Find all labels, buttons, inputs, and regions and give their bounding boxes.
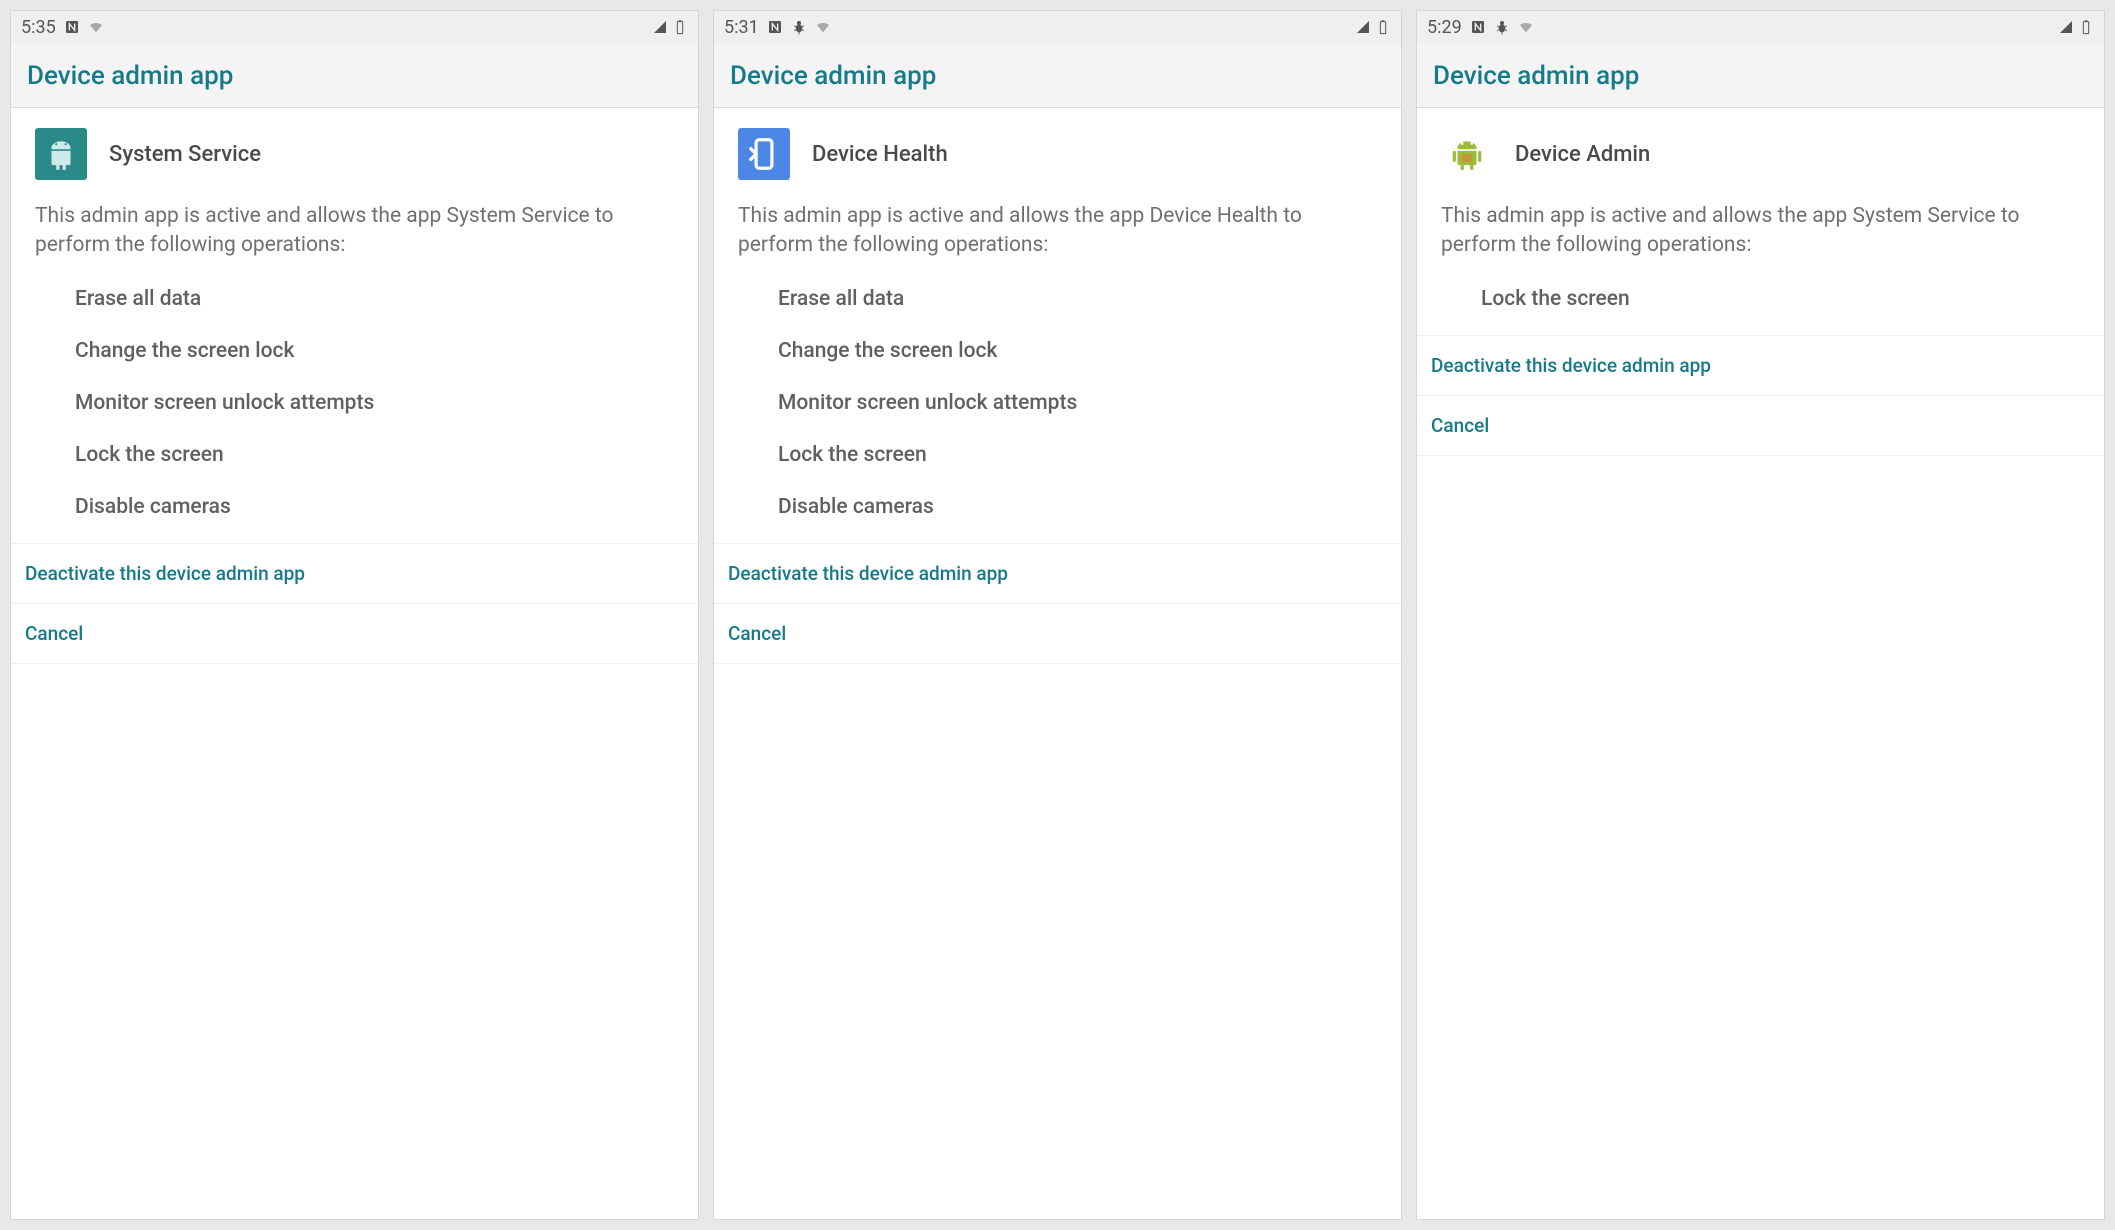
- operation-item: Change the screen lock: [778, 325, 1377, 377]
- page-header: Device admin app: [11, 43, 698, 108]
- status-bar: 5:31: [714, 11, 1401, 43]
- wifi-icon: [1518, 19, 1534, 35]
- app-row: System Service: [35, 128, 674, 180]
- page-title: Device admin app: [1433, 61, 2088, 91]
- battery-icon: [2078, 19, 2094, 35]
- operation-item: Disable cameras: [75, 481, 674, 533]
- bug-icon: [1494, 19, 1510, 35]
- operations-list: Erase all data Change the screen lock Mo…: [35, 273, 674, 533]
- content-area: Device Admin This admin app is active an…: [1417, 108, 2104, 336]
- signal-icon: [652, 19, 668, 35]
- content-area: Device Health This admin app is active a…: [714, 108, 1401, 544]
- app-icon-system-service: [35, 128, 87, 180]
- operation-item: Erase all data: [75, 273, 674, 325]
- n-box-icon: [1470, 19, 1486, 35]
- cancel-button[interactable]: Cancel: [11, 604, 698, 664]
- description-text: This admin app is active and allows the …: [738, 202, 1377, 261]
- operation-item: Lock the screen: [75, 429, 674, 481]
- deactivate-button[interactable]: Deactivate this device admin app: [1417, 336, 2104, 396]
- app-name-label: Device Admin: [1515, 142, 1650, 167]
- phone-screen-3: 5:29 Device admin app Device Admin This …: [1416, 10, 2105, 1220]
- description-text: This admin app is active and allows the …: [1441, 202, 2080, 261]
- operation-item: Change the screen lock: [75, 325, 674, 377]
- page-header: Device admin app: [714, 43, 1401, 108]
- clock-time: 5:31: [724, 17, 759, 38]
- clock-time: 5:29: [1427, 17, 1462, 38]
- deactivate-button[interactable]: Deactivate this device admin app: [714, 544, 1401, 604]
- n-box-icon: [767, 19, 783, 35]
- wifi-icon: [88, 19, 104, 35]
- bug-icon: [791, 19, 807, 35]
- app-name-label: System Service: [109, 142, 261, 167]
- battery-icon: [1375, 19, 1391, 35]
- wifi-icon: [815, 19, 831, 35]
- description-text: This admin app is active and allows the …: [35, 202, 674, 261]
- app-icon-device-admin: [1441, 128, 1493, 180]
- operations-list: Erase all data Change the screen lock Mo…: [738, 273, 1377, 533]
- status-bar: 5:29: [1417, 11, 2104, 43]
- operations-list: Lock the screen: [1441, 273, 2080, 325]
- operation-item: Monitor screen unlock attempts: [778, 377, 1377, 429]
- clock-time: 5:35: [21, 17, 56, 38]
- app-name-label: Device Health: [812, 142, 948, 167]
- battery-icon: [672, 19, 688, 35]
- n-box-icon: [64, 19, 80, 35]
- app-icon-device-health: [738, 128, 790, 180]
- operation-item: Lock the screen: [778, 429, 1377, 481]
- app-row: Device Admin: [1441, 128, 2080, 180]
- content-area: System Service This admin app is active …: [11, 108, 698, 544]
- page-title: Device admin app: [730, 61, 1385, 91]
- cancel-button[interactable]: Cancel: [714, 604, 1401, 664]
- operation-item: Monitor screen unlock attempts: [75, 377, 674, 429]
- status-bar: 5:35: [11, 11, 698, 43]
- page-title: Device admin app: [27, 61, 682, 91]
- operation-item: Lock the screen: [1481, 273, 2080, 325]
- signal-icon: [2058, 19, 2074, 35]
- operation-item: Erase all data: [778, 273, 1377, 325]
- page-header: Device admin app: [1417, 43, 2104, 108]
- phone-screen-1: 5:35 Device admin app System Service Thi…: [10, 10, 699, 1220]
- phone-screen-2: 5:31 Device admin app Device Health This…: [713, 10, 1402, 1220]
- deactivate-button[interactable]: Deactivate this device admin app: [11, 544, 698, 604]
- cancel-button[interactable]: Cancel: [1417, 396, 2104, 456]
- operation-item: Disable cameras: [778, 481, 1377, 533]
- signal-icon: [1355, 19, 1371, 35]
- app-row: Device Health: [738, 128, 1377, 180]
